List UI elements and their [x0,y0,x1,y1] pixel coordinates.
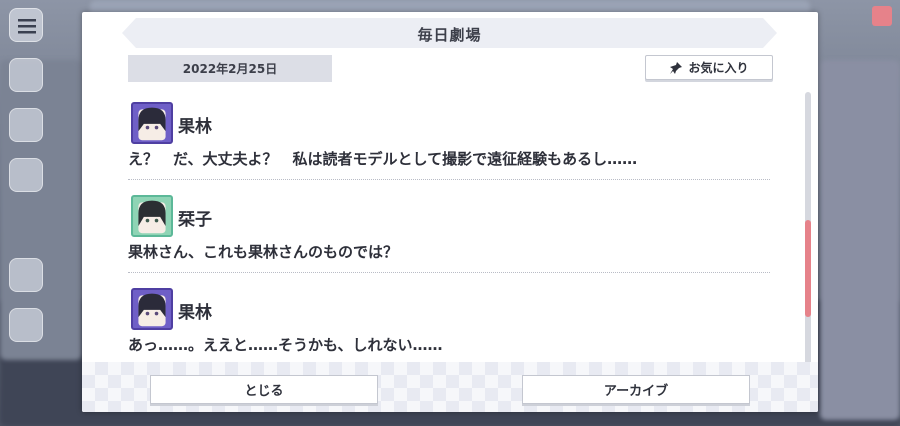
speaker-name: 栞子 [178,210,212,230]
menu-icon [18,19,36,34]
dialogue-text: あっ……。ええと……そうかも、しれない…… [128,336,443,354]
fullscreen-button[interactable] [9,308,43,342]
mic-button[interactable] [9,258,43,292]
avatar-karin [131,288,173,330]
archive-button[interactable]: アーカイブ [522,375,750,404]
menu-button[interactable] [9,8,43,42]
title-bar: 毎日劇場 [122,18,777,48]
pin-icon [669,61,683,75]
close-button[interactable]: とじる [150,375,378,404]
right-rail [818,0,900,426]
avatar-karin [131,102,173,144]
gift-button[interactable] [9,158,43,192]
close-icon[interactable] [872,6,892,26]
dialogue-text: え？ だ、大丈夫よ？ 私は読者モデルとして撮影で遠征経験もあるし…… [128,150,638,168]
daily-theater-dialog: 毎日劇場 2022年2月25日 お気に入り 果林 え？ だ、大丈夫よ？ 私は読者… [82,12,818,412]
speaker-name: 果林 [178,117,212,137]
divider [128,179,770,180]
dialogue-entry: 栞子 果林さん、これも果林さんのものでは？ [128,189,770,282]
dialogue-entry: 果林 え？ だ、大丈夫よ？ 私は読者モデルとして撮影で遠征経験もあるし…… [128,96,770,189]
avatar-shioriko [131,195,173,237]
chat-button[interactable] [9,58,43,92]
dialogue-log[interactable]: 果林 え？ だ、大丈夫よ？ 私は読者モデルとして撮影で遠征経験もあるし…… 栞子… [128,96,770,366]
favorite-button[interactable]: お気に入り [645,55,773,80]
speaker-name: 果林 [178,303,212,323]
date-label: 2022年2月25日 [128,55,332,82]
dialog-title: 毎日劇場 [417,26,482,44]
dialogue-text: 果林さん、これも果林さんのものでは？ [128,243,399,261]
left-rail [0,0,82,426]
scroll-thumb[interactable] [805,220,811,317]
divider [128,272,770,273]
present-button[interactable] [9,108,43,142]
dialogue-entry: 果林 あっ……。ええと……そうかも、しれない…… [128,282,770,366]
favorite-label: お気に入り [688,61,749,75]
scrollbar[interactable] [805,92,811,368]
